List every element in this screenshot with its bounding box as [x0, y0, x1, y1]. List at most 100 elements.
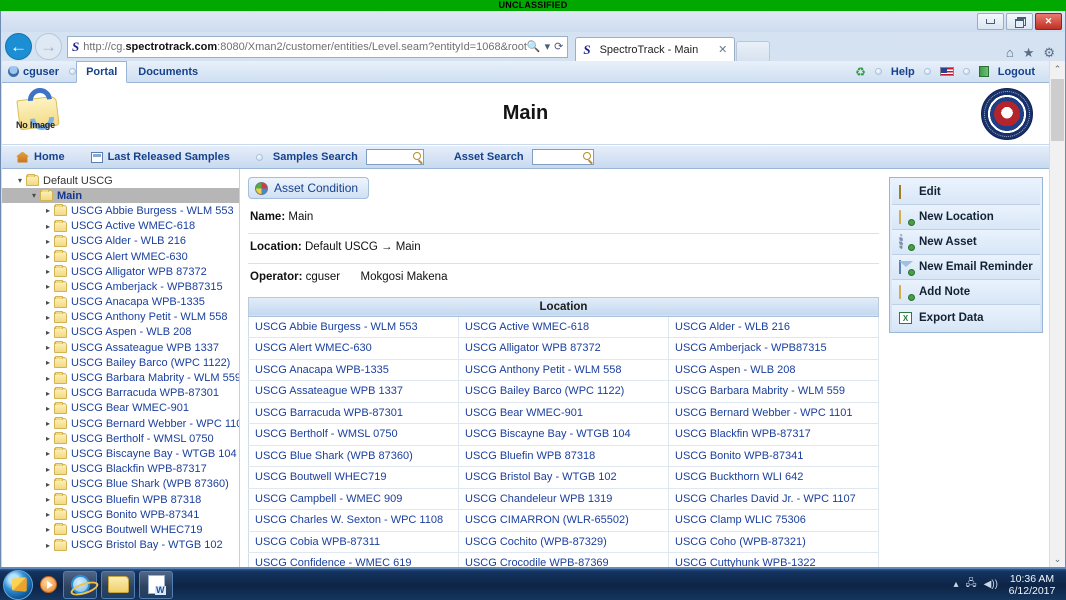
export-data-button[interactable]: X Export Data [892, 305, 1040, 330]
location-cell[interactable]: USCG Bear WMEC-901 [458, 401, 669, 424]
location-cell[interactable]: USCG Clamp WLIC 75306 [668, 509, 879, 532]
location-cell[interactable]: USCG Alder - WLB 216 [668, 315, 879, 338]
tree-node-item[interactable]: ▸ USCG Active WMEC-618 [2, 219, 239, 234]
tree-node-item[interactable]: ▸ USCG Bernard Webber - WPC 1101 [2, 416, 239, 431]
location-cell[interactable]: USCG Barracuda WPB-87301 [248, 401, 459, 424]
chevron-right-icon[interactable]: ▸ [42, 206, 54, 215]
tree-node-item[interactable]: ▸ USCG Alligator WPB 87372 [2, 264, 239, 279]
chevron-right-icon[interactable]: ▸ [42, 313, 54, 322]
location-cell[interactable]: USCG Campbell - WMEC 909 [248, 487, 459, 510]
edit-button[interactable]: Edit [892, 180, 1040, 205]
tree-node-item[interactable]: ▸ USCG Barbara Mabrity - WLM 559 [2, 370, 239, 385]
chevron-right-icon[interactable]: ▸ [42, 374, 54, 383]
location-cell[interactable]: USCG Biscayne Bay - WTGB 104 [458, 423, 669, 446]
volume-icon[interactable]: ◀)) [984, 579, 998, 590]
asset-search-box[interactable] [531, 149, 594, 165]
nav-tab-portal[interactable]: Portal [76, 61, 128, 83]
chevron-right-icon[interactable]: ▸ [42, 282, 54, 291]
logout-link[interactable]: Logout [998, 66, 1035, 78]
location-cell[interactable]: USCG Aspen - WLB 208 [668, 358, 879, 381]
add-note-button[interactable]: Add Note [892, 280, 1040, 305]
restore-button[interactable] [1006, 13, 1033, 30]
location-cell[interactable]: USCG Active WMEC-618 [458, 315, 669, 338]
new-tab-button[interactable] [736, 41, 771, 61]
taskbar-word-document[interactable] [139, 570, 173, 599]
tree-node-item[interactable]: ▸ USCG Alder - WLB 216 [2, 234, 239, 249]
current-user[interactable]: cguser [8, 66, 59, 78]
location-cell[interactable]: USCG Buckthorn WLI 642 [668, 466, 879, 489]
new-asset-button[interactable]: New Asset [892, 230, 1040, 255]
location-cell[interactable]: USCG CIMARRON (WLR-65502) [458, 509, 669, 532]
chevron-right-icon[interactable]: ▸ [42, 495, 54, 504]
chevron-right-icon[interactable]: ▸ [42, 419, 54, 428]
scrollbar-thumb[interactable] [1051, 79, 1064, 141]
taskbar-media-player[interactable] [37, 571, 59, 599]
location-cell[interactable]: USCG Bristol Bay - WTGB 102 [458, 466, 669, 489]
chevron-down-icon[interactable]: ▾ [545, 40, 551, 53]
location-cell[interactable]: USCG Crocodile WPB-87369 [458, 552, 669, 567]
location-cell[interactable]: USCG Blackfin WPB-87317 [668, 423, 879, 446]
chevron-down-icon[interactable]: ▾ [14, 176, 26, 185]
tree-node-item[interactable]: ▸ USCG Blackfin WPB-87317 [2, 462, 239, 477]
tab-close-icon[interactable]: ✕ [715, 43, 730, 56]
location-cell[interactable]: USCG Assateague WPB 1337 [248, 380, 459, 403]
nav-tab-documents[interactable]: Documents [127, 63, 209, 81]
tree-node-item[interactable]: ▸ USCG Bristol Bay - WTGB 102 [2, 538, 239, 553]
refresh-icon[interactable]: ⟳ [554, 40, 563, 53]
tree-node-item[interactable]: ▸ USCG Amberjack - WPB87315 [2, 279, 239, 294]
toolbar-home[interactable]: Home [16, 151, 65, 163]
tree-node-item[interactable]: ▸ USCG Barracuda WPB-87301 [2, 386, 239, 401]
favorites-star-icon[interactable]: ★ [1023, 45, 1035, 61]
chevron-right-icon[interactable]: ▸ [42, 449, 54, 458]
location-cell[interactable]: USCG Bailey Barco (WPC 1122) [458, 380, 669, 403]
search-icon[interactable] [412, 152, 421, 160]
location-cell[interactable]: USCG Bertholf - WMSL 0750 [248, 423, 459, 446]
chevron-right-icon[interactable]: ▸ [42, 343, 54, 352]
tree-node-item[interactable]: ▸ USCG Bonito WPB-87341 [2, 507, 239, 522]
help-link[interactable]: Help [891, 66, 915, 78]
new-location-button[interactable]: New Location [892, 205, 1040, 230]
chevron-right-icon[interactable]: ▸ [42, 358, 54, 367]
tree-node-item[interactable]: ▸ USCG Bailey Barco (WPC 1122) [2, 355, 239, 370]
location-cell[interactable]: USCG Alert WMEC-630 [248, 337, 459, 360]
location-cell[interactable]: USCG Barbara Mabrity - WLM 559 [668, 380, 879, 403]
taskbar-explorer-folder[interactable] [101, 570, 135, 599]
location-cell[interactable]: USCG Boutwell WHEC719 [248, 466, 459, 489]
location-cell[interactable]: USCG Blue Shark (WPB 87360) [248, 444, 459, 467]
chevron-right-icon[interactable]: ▸ [42, 525, 54, 534]
chevron-right-icon[interactable]: ▸ [42, 434, 54, 443]
tab-spectrotrack-main[interactable]: S SpectroTrack - Main ✕ [575, 37, 736, 61]
tree-node-item[interactable]: ▸ USCG Bear WMEC-901 [2, 401, 239, 416]
chevron-right-icon[interactable]: ▸ [42, 541, 54, 550]
chevron-right-icon[interactable]: ▸ [42, 237, 54, 246]
chevron-right-icon[interactable]: ▸ [42, 404, 54, 413]
tree-node-item[interactable]: ▸ USCG Biscayne Bay - WTGB 104 [2, 446, 239, 461]
tree-node-item[interactable]: ▸ USCG Aspen - WLB 208 [2, 325, 239, 340]
chevron-right-icon[interactable]: ▸ [42, 465, 54, 474]
tree-node-item[interactable]: ▸ USCG Bertholf - WMSL 0750 [2, 431, 239, 446]
location-cell[interactable]: USCG Anthony Petit - WLM 558 [458, 358, 669, 381]
chevron-down-icon[interactable]: ▾ [28, 191, 40, 200]
chevron-right-icon[interactable]: ▸ [42, 267, 54, 276]
tree-node-item[interactable]: ▸ USCG Boutwell WHEC719 [2, 522, 239, 537]
search-icon[interactable]: 🔍 [527, 40, 541, 53]
tree-node-item[interactable]: ▸ USCG Anacapa WPB-1335 [2, 295, 239, 310]
tree-node-main[interactable]: ▾ Main [2, 188, 239, 204]
tree-node-item[interactable]: ▸ USCG Alert WMEC-630 [2, 249, 239, 264]
location-cell[interactable]: USCG Amberjack - WPB87315 [668, 337, 879, 360]
search-icon[interactable] [582, 152, 591, 160]
taskbar-internet-explorer[interactable] [63, 570, 97, 599]
page-vertical-scrollbar[interactable]: ⌃ ⌄ [1049, 61, 1065, 567]
location-cell[interactable]: USCG Chandeleur WPB 1319 [458, 487, 669, 510]
clock[interactable]: 10:36 AM 6/12/2017 [1005, 573, 1059, 597]
tree-node-item[interactable]: ▸ USCG Bluefin WPB 87318 [2, 492, 239, 507]
location-cell[interactable]: USCG Bonito WPB-87341 [668, 444, 879, 467]
chevron-right-icon[interactable]: ▸ [42, 298, 54, 307]
location-cell[interactable]: USCG Charles W. Sexton - WPC 1108 [248, 509, 459, 532]
asset-condition-button[interactable]: Asset Condition [248, 177, 370, 199]
location-cell[interactable]: USCG Charles David Jr. - WPC 1107 [668, 487, 879, 510]
forward-button[interactable]: → [35, 33, 62, 60]
address-bar[interactable]: S http://cg.spectrotrack.com:8080/Xman2/… [67, 35, 569, 58]
back-button[interactable]: ← [5, 33, 32, 60]
chevron-right-icon[interactable]: ▸ [42, 328, 54, 337]
